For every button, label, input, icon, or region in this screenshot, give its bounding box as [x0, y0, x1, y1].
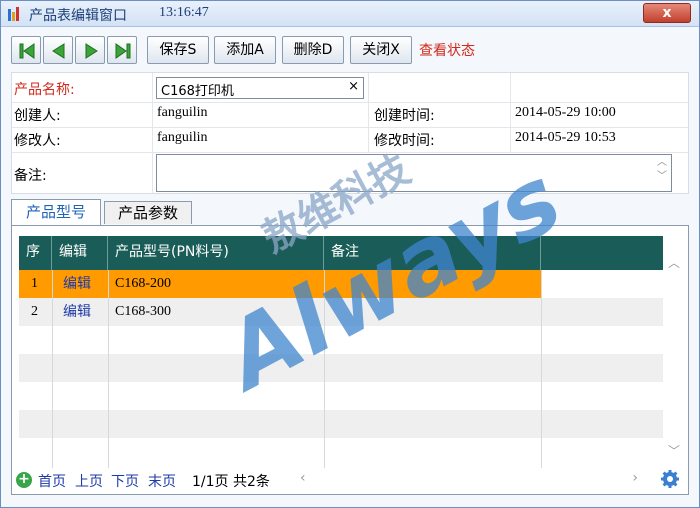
last-icon: [115, 43, 131, 59]
modified-time-value: 2014-05-29 10:53: [515, 130, 616, 145]
row-edit-link[interactable]: 编辑: [55, 298, 91, 326]
grid-horizontal-scrollbar[interactable]: ‹ ›: [294, 470, 644, 490]
row-remark: [325, 270, 333, 298]
remark-label: 备注:: [14, 168, 47, 184]
grid-header: 序 编辑 产品型号(PN料号) 备注: [19, 236, 663, 270]
col-remark[interactable]: 备注: [324, 236, 541, 270]
app-icon: [8, 7, 22, 21]
row-edit-link[interactable]: 编辑: [55, 270, 91, 298]
save-button[interactable]: 保存S: [147, 36, 209, 64]
tab-product-params[interactable]: 产品参数: [104, 201, 192, 224]
modifier-label: 修改人:: [14, 133, 61, 149]
close-button[interactable]: 关闭X: [350, 36, 412, 64]
creator-value: fanguilin: [157, 105, 208, 120]
prev-icon: [52, 43, 65, 59]
gear-icon[interactable]: [660, 469, 680, 489]
row-seq: 1: [31, 276, 38, 291]
page-info: 1/1页 共2条: [192, 474, 270, 490]
col-seq[interactable]: 序: [19, 236, 52, 270]
modified-time-label: 修改时间:: [374, 133, 435, 149]
scroll-down-icon[interactable]: ﹀: [667, 442, 681, 458]
table-row[interactable]: 1 编辑 C168-200: [19, 270, 541, 298]
tab-product-model[interactable]: 产品型号: [11, 199, 101, 225]
clear-icon[interactable]: ×: [348, 79, 359, 94]
scroll-up-icon[interactable]: ︿: [667, 254, 681, 270]
last-record-button[interactable]: [107, 36, 137, 64]
next-record-button[interactable]: [75, 36, 105, 64]
toolbar: 保存S 添加A 删除D 关闭X 查看状态: [1, 28, 699, 70]
grid-vertical-scrollbar[interactable]: ︿ ﹀: [665, 236, 683, 468]
empty-row: [19, 354, 663, 382]
prev-record-button[interactable]: [43, 36, 73, 64]
row-model: C168-300: [115, 304, 171, 319]
modifier-value: fanguilin: [157, 130, 208, 145]
next-icon: [85, 43, 98, 59]
row-seq: 2: [31, 304, 38, 319]
product-edit-window: 产品表编辑窗口 13:16:47 x 保存S 添加A 删除D 关闭X 查看状态 …: [0, 0, 700, 508]
created-time-value: 2014-05-29 10:00: [515, 105, 616, 120]
title-bar: 产品表编辑窗口 13:16:47 x: [1, 1, 699, 27]
delete-button[interactable]: 删除D: [282, 36, 344, 64]
next-page-link[interactable]: 下页: [111, 471, 139, 491]
window-close-button[interactable]: x: [643, 3, 691, 23]
pager: + 首页 上页 下页 末页 1/1页 共2条 ‹ ›: [12, 466, 688, 494]
first-page-link[interactable]: 首页: [38, 471, 66, 491]
product-name-input[interactable]: C168打印机 ×: [156, 77, 364, 99]
row-remark: [325, 298, 333, 326]
empty-row: [19, 326, 663, 354]
empty-row: [19, 382, 663, 410]
prev-page-link[interactable]: 上页: [75, 471, 103, 491]
creator-label: 创建人:: [14, 108, 61, 124]
window-title: 产品表编辑窗口: [29, 8, 127, 24]
remark-scrollbar[interactable]: ︿ ﹀: [654, 156, 670, 190]
table-row[interactable]: 2 编辑 C168-300: [19, 298, 663, 326]
empty-row: [19, 410, 663, 438]
first-icon: [19, 43, 35, 59]
remark-textarea[interactable]: ︿ ﹀: [156, 154, 672, 192]
scroll-left-icon[interactable]: ‹: [300, 470, 306, 486]
col-model[interactable]: 产品型号(PN料号): [108, 236, 324, 270]
product-form: 产品名称: C168打印机 × 创建人: fanguilin 创建时间: 201…: [11, 72, 689, 194]
first-record-button[interactable]: [11, 36, 41, 64]
created-time-label: 创建时间:: [374, 108, 435, 124]
col-edit[interactable]: 编辑: [52, 236, 108, 270]
empty-row: [19, 438, 663, 468]
clock-time: 13:16:47: [159, 5, 209, 20]
row-model: C168-200: [115, 276, 171, 291]
last-page-link[interactable]: 末页: [148, 471, 176, 491]
product-name-value: C168打印机: [161, 84, 234, 99]
scroll-right-icon[interactable]: ›: [632, 470, 638, 486]
view-status-link[interactable]: 查看状态: [419, 40, 475, 60]
product-name-label: 产品名称:: [14, 82, 75, 98]
model-grid: 序 编辑 产品型号(PN料号) 备注 1 编辑 C168-200 2 编辑 C1…: [19, 236, 663, 468]
model-grid-panel: 序 编辑 产品型号(PN料号) 备注 1 编辑 C168-200 2 编辑 C1…: [11, 225, 689, 495]
add-button[interactable]: 添加A: [214, 36, 276, 64]
add-row-icon[interactable]: +: [16, 472, 32, 488]
